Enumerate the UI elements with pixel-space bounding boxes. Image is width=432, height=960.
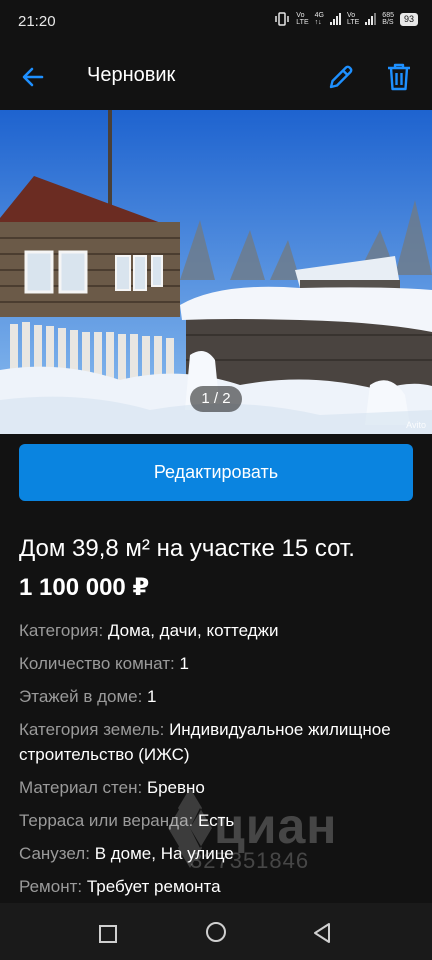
nav-back-icon[interactable] — [312, 922, 332, 944]
photo-counter: 1 / 2 — [190, 386, 242, 412]
pencil-icon[interactable] — [327, 63, 355, 91]
param-value: Бревно — [146, 778, 205, 797]
param-label: Категория: — [19, 621, 104, 640]
param-value: Требует ремонта — [86, 877, 221, 896]
net-speed-value: 685 — [382, 12, 394, 19]
arrow-left-icon[interactable] — [20, 64, 46, 90]
signal-icon-2 — [365, 13, 377, 25]
sim2-top: Vo — [346, 12, 356, 19]
recents-icon[interactable] — [99, 925, 117, 943]
status-icons: Vo LTE 4G ↑↓ Vo LTE 685 B/S 93 — [274, 12, 418, 26]
net-speed-unit: B/S — [382, 19, 394, 26]
listing-title: Дом 39,8 м² на участке 15 сот. — [19, 535, 355, 562]
param-label: Материал стен: — [19, 778, 143, 797]
param-label: Санузел: — [19, 844, 90, 863]
page-title: Черновик — [87, 64, 176, 86]
param-label: Количество комнат: — [19, 654, 175, 673]
vibrate-icon — [275, 12, 290, 26]
listing-price: 1 100 000 ₽ — [19, 574, 150, 601]
edit-listing-button[interactable]: Редактировать — [19, 444, 413, 501]
network-label: 4G — [314, 12, 324, 19]
status-time: 21:20 — [18, 13, 56, 30]
signal-icon-1 — [329, 13, 341, 25]
home-icon[interactable] — [206, 922, 226, 942]
photo-watermark: Avito — [406, 420, 426, 430]
system-nav-bar — [0, 903, 432, 960]
app-bar: Черновик — [0, 42, 432, 110]
param-label: Терраса или веранда: — [19, 811, 194, 830]
param-row: Категория земель: Индивидуальное жилищно… — [19, 717, 414, 767]
sim2-lte: Vo LTE — [347, 12, 359, 26]
sim1-bottom: LTE — [296, 19, 309, 26]
cian-watermark-text: циан — [214, 798, 338, 854]
trash-icon[interactable] — [385, 62, 413, 92]
param-row: Этажей в доме: 1 — [19, 684, 414, 709]
sim1-top: Vo — [296, 12, 305, 19]
sim1-lte: Vo LTE — [296, 12, 308, 26]
param-row: Количество комнат: 1 — [19, 651, 414, 676]
network-arrows: ↑↓ — [314, 19, 322, 26]
param-value: 1 — [147, 687, 157, 706]
param-label: Категория земель: — [19, 720, 165, 739]
param-value: Дома, дачи, коттеджи — [107, 621, 279, 640]
sim2-bottom: LTE — [346, 19, 360, 26]
param-label: Этажей в доме: — [19, 687, 143, 706]
net-speed: 685 B/S — [382, 12, 394, 26]
battery-icon: 93 — [399, 12, 418, 26]
param-row: Категория: Дома, дачи, коттеджи — [19, 618, 414, 643]
status-bar: 21:20 Vo LTE 4G ↑↓ Vo LTE 685 B/S 93 — [0, 0, 432, 42]
param-label: Ремонт: — [19, 877, 83, 896]
network-type: 4G ↑↓ — [315, 12, 324, 26]
param-row: Ремонт: Требует ремонта — [19, 874, 414, 899]
param-value: 1 — [179, 654, 189, 673]
cian-watermark-phone: 327351846 — [190, 848, 310, 873]
